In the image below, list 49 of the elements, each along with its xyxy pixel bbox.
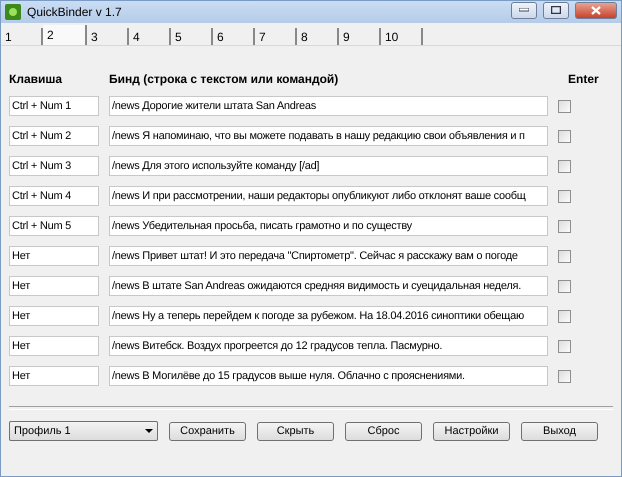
key-field[interactable]: Нет	[9, 276, 99, 296]
bind-field[interactable]: /news Я напоминаю, что вы можете подавать в нашу редакцию свои объявления и п	[109, 126, 548, 146]
tab[interactable]: 2	[43, 25, 87, 45]
maximize-icon	[551, 6, 561, 14]
bind-field[interactable]: /news Ну а теперь перейдем к погоде за рубежом. На 18.04.2016 синоптики обещаю	[109, 306, 548, 326]
minimize-icon	[519, 8, 529, 12]
enter-checkbox[interactable]	[558, 220, 571, 232]
key-field[interactable]: Ctrl + Num 3	[9, 156, 99, 176]
enter-checkbox[interactable]	[558, 370, 571, 382]
bind-field[interactable]: /news Убедительная просьба, писать грамотно и по существу	[109, 216, 548, 236]
maximize-button[interactable]	[543, 2, 569, 18]
close-icon	[591, 6, 601, 14]
enter-checkbox[interactable]	[558, 310, 571, 322]
bind-field[interactable]: /news Витебск. Воздух прогреется до 12 градусов тепла. Пасмурно.	[109, 336, 548, 356]
key-field[interactable]: Нет	[9, 366, 99, 386]
minimize-button[interactable]	[511, 2, 537, 18]
bind-field[interactable]: /news Для этого используйте команду [/ad]	[109, 156, 548, 176]
enter-checkbox[interactable]	[558, 190, 571, 202]
action-button[interactable]: Выход	[521, 422, 598, 440]
column-header: Клавиша	[9, 72, 64, 86]
window-title: QuickBinder v 1.7	[27, 5, 123, 19]
action-button[interactable]: Настройки	[433, 422, 510, 440]
enter-checkbox[interactable]	[558, 160, 571, 172]
action-button[interactable]: Сохранить	[169, 422, 246, 440]
bind-field[interactable]: /news И при рассмотрении, наши редакторы опубликуют либо отклонят ваше сообщ	[109, 186, 548, 206]
enter-checkbox[interactable]	[558, 280, 571, 292]
action-button[interactable]: Скрыть	[257, 422, 334, 440]
bind-field[interactable]: /news В штате San Andreas ожидаются средняя видимость и суецидальная неделя.	[109, 276, 548, 296]
action-button[interactable]: Сброс	[345, 422, 422, 440]
enter-checkbox[interactable]	[558, 340, 571, 352]
close-button[interactable]	[575, 2, 617, 18]
app-icon	[5, 4, 21, 20]
key-field[interactable]: Нет	[9, 336, 99, 356]
key-field[interactable]: Ctrl + Num 2	[9, 126, 99, 146]
key-field[interactable]: Нет	[9, 246, 99, 266]
profile-dropdown[interactable]: Профиль 1	[9, 421, 158, 441]
key-field[interactable]: Ctrl + Num 5	[9, 216, 99, 236]
key-field[interactable]: Нет	[9, 306, 99, 326]
dropdown-arrow-icon	[145, 429, 153, 433]
column-header: Enter	[568, 72, 600, 86]
bind-field[interactable]: /news В Могилёве до 15 градусов выше нуля. Облачно с прояснениями.	[109, 366, 548, 386]
enter-checkbox[interactable]	[558, 130, 571, 142]
enter-checkbox[interactable]	[558, 250, 571, 262]
bind-field[interactable]: /news Привет штат! И это передача "Спиртометр". Сейчас я расскажу вам о погоде	[109, 246, 548, 266]
bind-field[interactable]: /news Дорогие жители штата San Andreas	[109, 96, 548, 116]
key-field[interactable]: Ctrl + Num 4	[9, 186, 99, 206]
key-field[interactable]: Ctrl + Num 1	[9, 96, 99, 116]
enter-checkbox[interactable]	[558, 100, 571, 112]
column-header: Бинд (строка с текстом или командой)	[109, 72, 340, 86]
